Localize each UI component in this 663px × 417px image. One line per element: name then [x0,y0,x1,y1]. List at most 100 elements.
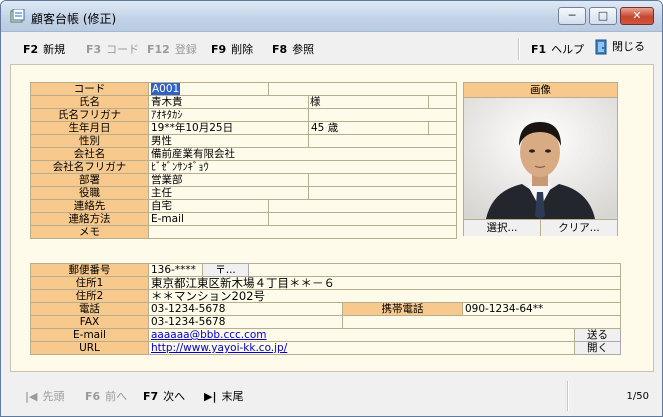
postal-spacer [248,263,621,277]
code-spacer [267,82,458,96]
next-record-button[interactable]: F7 次へ [143,388,185,404]
address2-row: 住所2 ＊＊マンション202号 [30,289,621,303]
prev-record-button[interactable]: F6 前へ [85,388,127,404]
toolbar-separator [518,38,520,60]
customer-photo[interactable] [464,98,617,219]
photo-title: 画像 [464,83,617,98]
contact-field[interactable]: 自宅 [148,199,269,213]
company-kana-field[interactable]: ﾋﾞｾﾞﾝｻﾝｷﾞｮｳ [147,160,458,174]
code-label: コード [106,43,140,56]
name-kana-field[interactable]: ｱｵｷﾀｶｼ [148,108,309,122]
department-field[interactable]: 営業部 [148,173,309,187]
fax-field[interactable]: 03-1234-5678 [148,315,343,329]
photo-buttons: 選択... クリア... [464,219,617,236]
contact-row: 連絡先 自宅 [30,199,458,213]
close-button[interactable]: 閉じる [595,38,645,55]
new-key: F2 [23,43,39,56]
code-key: F3 [86,43,102,56]
email-link[interactable]: aaaaaa@bbb.ccc.com [151,330,267,341]
phone-field[interactable]: 03-1234-5678 [148,302,343,316]
fax-spacer [342,315,621,329]
url-link[interactable]: http://www.yayoi-kk.co.jp/ [151,343,287,354]
first-record-button[interactable]: |◀ 先頭 [25,388,64,404]
position-spacer [307,186,458,200]
url-open-button[interactable]: 開く [574,341,621,355]
birthday-field[interactable]: 19**年10月25日 [148,121,309,135]
position-field[interactable]: 主任 [148,186,309,200]
code-button[interactable]: F3 コード [86,41,139,57]
contact-method-field[interactable]: E-mail [148,212,269,226]
code-value: A001 [151,83,181,95]
name-kana-label: 氏名フリガナ [30,108,149,122]
name-kana-spacer [307,108,458,122]
memo-row: メモ [30,225,458,239]
memo-field[interactable] [147,225,458,239]
gender-field[interactable]: 男性 [148,134,309,148]
help-button[interactable]: F1 ヘルプ [531,41,584,57]
address2-field[interactable]: ＊＊マンション202号 [148,289,621,303]
email-field[interactable]: aaaaaa@bbb.ccc.com [148,328,575,342]
email-send-button[interactable]: 送る [574,328,621,342]
department-label: 部署 [30,173,149,187]
next-label: 次へ [163,390,186,403]
address1-row: 住所1 東京都江東区新木場４丁目＊＊－６ [30,276,621,290]
fax-label: FAX [30,315,149,329]
last-icon: ▶| [204,390,217,403]
company-label: 会社名 [30,147,149,161]
name-row: 氏名 青木貴 様 [30,95,458,109]
register-button[interactable]: F12 登録 [147,41,197,57]
maximize-button[interactable]: □ [589,7,617,25]
name-suffix: 様 [308,95,429,109]
code-field[interactable]: A001 [148,82,269,96]
new-button[interactable]: F2 新規 [23,41,65,57]
reference-key: F8 [272,43,288,56]
department-row: 部署 営業部 [30,173,458,187]
address2-label: 住所2 [30,289,149,303]
mobile-label: 携帯電話 [342,302,463,316]
next-key: F7 [143,390,159,403]
photo-clear-button[interactable]: クリア... [541,220,617,236]
code-row: コード A001 [30,82,458,96]
maximize-icon: □ [597,9,609,22]
last-record-button[interactable]: ▶| 末尾 [204,388,243,404]
reference-button[interactable]: F8 参照 [272,41,314,57]
url-field[interactable]: http://www.yayoi-kk.co.jp/ [148,341,575,355]
phone-label: 電話 [30,302,149,316]
reference-label: 参照 [292,43,315,56]
gender-label: 性別 [30,134,149,148]
postal-field[interactable]: 136-**** [148,263,203,277]
last-label: 末尾 [221,390,244,403]
status-separator [567,381,569,411]
company-field[interactable]: 備前産業有限会社 [147,147,458,161]
first-icon: |◀ [25,390,38,403]
delete-label: 削除 [231,43,254,56]
address1-label: 住所1 [30,276,149,290]
customer-info-table: コード A001 氏名 青木貴 様 氏名フリガナ ｱｵｷﾀｶｼ 生年月日 19*… [30,82,458,239]
company-kana-row: 会社名フリガナ ﾋﾞｾﾞﾝｻﾝｷﾞｮｳ [30,160,458,174]
ledger-app-icon [10,9,25,23]
name-label: 氏名 [30,95,149,109]
photo-select-button[interactable]: 選択... [464,220,541,236]
gender-spacer [307,134,458,148]
contact-method-spacer [267,212,458,226]
postal-search-button[interactable]: 〒... [202,263,249,277]
gender-row: 性別 男性 [30,134,458,148]
address-table: 郵便番号 136-**** 〒... 住所1 東京都江東区新木場４丁目＊＊－６ … [30,263,621,355]
name-field[interactable]: 青木貴 [148,95,309,109]
help-key: F1 [531,43,547,56]
name-kana-row: 氏名フリガナ ｱｵｷﾀｶｼ [30,108,458,122]
record-position: 1/50 [626,391,649,402]
mobile-field[interactable]: 090-1234-64** [462,302,621,316]
contact-label: 連絡先 [30,199,149,213]
photo-panel: 画像 選択... クリア... [463,82,618,236]
company-kana-label: 会社名フリガナ [30,160,149,174]
title-bar[interactable]: 顧客台帳 (修正) ─ □ ✕ [1,1,662,32]
close-window-button[interactable]: ✕ [620,7,654,25]
delete-button[interactable]: F9 削除 [211,41,253,57]
address1-field[interactable]: 東京都江東区新木場４丁目＊＊－６ [148,276,621,290]
age-field: 45 歳 [308,121,429,135]
url-row: URL http://www.yayoi-kk.co.jp/ 開く [30,341,621,355]
email-label: E-mail [30,328,149,342]
minimize-button[interactable]: ─ [558,7,586,25]
name-spacer [427,95,458,109]
